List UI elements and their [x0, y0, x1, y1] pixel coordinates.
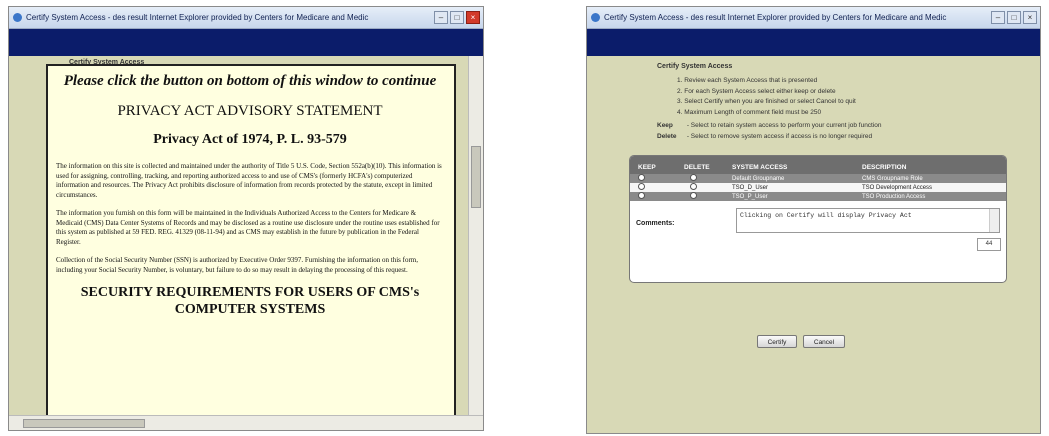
browser-icon [591, 13, 600, 22]
vertical-scrollbar[interactable] [468, 56, 483, 416]
instruction-item: 3. Select Certify when you are finished … [677, 98, 856, 105]
cancel-button[interactable]: Cancel [803, 335, 845, 348]
system-access-cell: Default Groupname [732, 175, 785, 182]
certify-button[interactable]: Certify [757, 335, 797, 348]
continue-prompt: Please click the button on bottom of thi… [63, 73, 437, 89]
privacy-heading: PRIVACY ACT ADVISORY STATEMENT [117, 103, 383, 119]
delete-radio[interactable] [690, 192, 697, 199]
description-cell: TSO Development Access [862, 184, 933, 191]
instructions-list: 1. Review each System Access that is pre… [677, 76, 856, 118]
keep-description: - Select to retain system access to perf… [686, 122, 882, 129]
privacy-paragraph: The information on this site is collecte… [56, 162, 442, 199]
table-header: KEEP DELETE SYSTEM ACCESS DESCRIPTION [630, 156, 1006, 174]
column-header: DESCRIPTION [862, 164, 907, 171]
column-header: SYSTEM ACCESS [732, 164, 788, 171]
browser-icon [13, 13, 22, 22]
maximize-icon[interactable]: □ [1007, 11, 1021, 24]
delete-legend: Delete - Select to remove system access … [657, 133, 872, 140]
table-row: TSO_P_User TSO Production Access [630, 192, 1006, 201]
delete-radio[interactable] [690, 183, 697, 190]
delete-description: - Select to remove system access if acce… [686, 133, 873, 140]
maximize-icon[interactable]: □ [450, 11, 464, 24]
column-header: KEEP [638, 164, 656, 171]
privacy-window: Certify System Access - des result Inter… [8, 6, 484, 431]
privacy-modal: Please click the button on bottom of thi… [46, 64, 456, 417]
column-header: DELETE [684, 164, 710, 171]
system-access-cell: TSO_D_User [732, 184, 769, 191]
close-icon[interactable]: × [1023, 11, 1037, 24]
comments-value: Clicking on Certify will display Privacy… [740, 212, 912, 219]
privacy-subheading: Privacy Act of 1974, P. L. 93-579 [153, 132, 347, 147]
scroll-thumb[interactable] [471, 146, 481, 208]
minimize-icon[interactable]: – [434, 11, 448, 24]
keep-radio[interactable] [638, 174, 645, 181]
title-bar: Certify System Access - des result Inter… [587, 7, 1040, 29]
page-content: Certify System Access 1. Review each Sys… [587, 56, 1040, 433]
security-heading: SECURITY REQUIREMENTS FOR USERS OF CMS's… [80, 285, 420, 317]
table-row: TSO_D_User TSO Development Access [630, 183, 1006, 192]
header-bar [587, 29, 1040, 56]
scroll-thumb[interactable] [23, 419, 145, 428]
keep-radio[interactable] [638, 192, 645, 199]
minimize-icon[interactable]: – [991, 11, 1005, 24]
description-cell: TSO Production Access [862, 193, 926, 200]
delete-radio[interactable] [690, 174, 697, 181]
page-title: Certify System Access [657, 63, 733, 70]
description-cell: CMS Groupname Role [862, 175, 923, 182]
comments-label: Comments: [636, 220, 675, 227]
instruction-item: 1. Review each System Access that is pre… [677, 77, 818, 84]
keep-radio[interactable] [638, 183, 645, 190]
window-title: Certify System Access - des result Inter… [26, 13, 369, 22]
privacy-paragraph: Collection of the Social Security Number… [56, 256, 418, 274]
close-icon[interactable]: × [466, 11, 480, 24]
window-title: Certify System Access - des result Inter… [604, 13, 947, 22]
comments-scrollbar[interactable] [989, 209, 999, 232]
horizontal-scrollbar[interactable] [9, 415, 483, 430]
keep-label: Keep [657, 122, 673, 129]
delete-label: Delete [657, 133, 677, 140]
comments-textarea[interactable]: Clicking on Certify will display Privacy… [736, 208, 1000, 233]
table-row: Default Groupname CMS Groupname Role [630, 174, 1006, 183]
privacy-paragraph: The information you furnish on this form… [56, 209, 440, 246]
instruction-item: 2. For each System Access select either … [677, 87, 836, 95]
certify-window: Certify System Access - des result Inter… [586, 6, 1041, 434]
title-bar: Certify System Access - des result Inter… [9, 7, 483, 29]
access-panel: KEEP DELETE SYSTEM ACCESS DESCRIPTION De… [629, 155, 1007, 283]
header-bar [9, 29, 483, 56]
instruction-item: 4. Maximum Length of comment field must … [677, 108, 822, 116]
char-count-field: 44 [977, 238, 1001, 251]
system-access-cell: TSO_P_User [732, 193, 768, 200]
keep-legend: Keep - Select to retain system access to… [657, 122, 882, 129]
